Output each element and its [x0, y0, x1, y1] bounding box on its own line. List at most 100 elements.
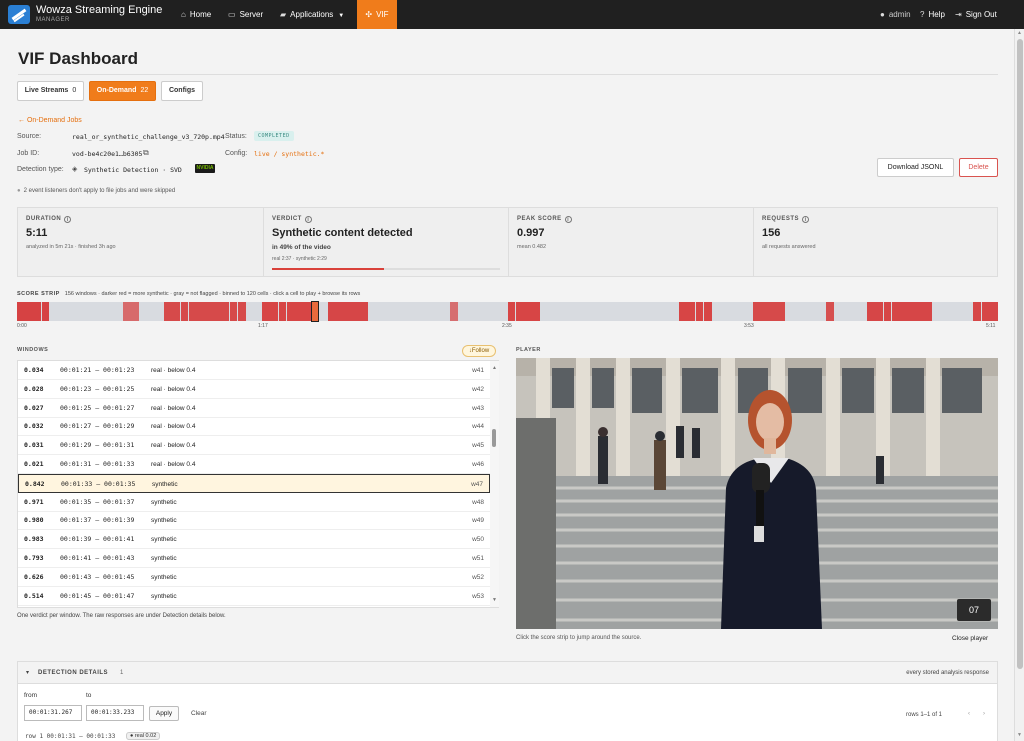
- strip-cell[interactable]: [532, 302, 540, 321]
- strip-cell[interactable]: [679, 302, 688, 321]
- window-row[interactable]: 0.034 00:01:21 – 00:01:23 real · below 0.4…: [18, 361, 490, 380]
- strip-cell[interactable]: [123, 302, 132, 321]
- strip-cell[interactable]: [294, 302, 303, 321]
- from-input[interactable]: 00:01:31.267: [24, 705, 82, 721]
- scroll-up-icon[interactable]: ▲: [492, 365, 497, 371]
- strip-cell[interactable]: [188, 302, 197, 321]
- nav-vif[interactable]: ✣ VIF: [357, 0, 397, 29]
- strip-cell[interactable]: [752, 302, 761, 321]
- strip-cell[interactable]: [769, 302, 777, 321]
- windows-scroll-thumb[interactable]: [492, 429, 496, 447]
- strip-cell[interactable]: [826, 302, 835, 321]
- wowza-logo-icon[interactable]: [8, 5, 30, 24]
- page-scroll-thumb[interactable]: [1017, 39, 1023, 669]
- strip-cell[interactable]: [352, 302, 361, 321]
- window-row[interactable]: 0.027 00:01:25 – 00:01:27 real · below 0.4…: [18, 399, 490, 418]
- strip-cell[interactable]: [237, 302, 246, 321]
- strip-cell[interactable]: [335, 302, 344, 321]
- strip-cell[interactable]: [875, 302, 884, 321]
- strip-cell[interactable]: [695, 302, 704, 321]
- page-scrollbar[interactable]: ▲ ▼: [1014, 29, 1024, 741]
- strip-cursor[interactable]: [311, 301, 320, 322]
- copy-icon[interactable]: ⧉: [143, 148, 149, 158]
- window-row[interactable]: 0.983 00:01:39 – 00:01:41 synthetic w50: [18, 530, 490, 550]
- detection-details-header[interactable]: ▾ DETECTION DETAILS 1 every stored analy…: [18, 662, 997, 684]
- nav-applications[interactable]: ▰ Applications ▼: [280, 0, 344, 29]
- collapse-caret-icon[interactable]: ▾: [26, 669, 29, 676]
- tab-live-streams[interactable]: Live Streams 0: [17, 81, 84, 101]
- strip-cell[interactable]: [515, 302, 524, 321]
- nav-help[interactable]: ? Help: [920, 0, 945, 29]
- window-row[interactable]: 0.842 00:01:33 – 00:01:35 synthetic w47: [18, 473, 490, 493]
- strip-cell[interactable]: [213, 302, 222, 321]
- window-row[interactable]: 0.626 00:01:43 – 00:01:45 synthetic w52: [18, 568, 490, 587]
- tab-configs[interactable]: Configs: [161, 81, 203, 101]
- window-row[interactable]: 0.514 00:01:45 – 00:01:47 synthetic w53: [18, 587, 490, 606]
- strip-cell[interactable]: [205, 302, 213, 321]
- strip-cell[interactable]: [33, 302, 42, 321]
- strip-cell[interactable]: [989, 302, 998, 321]
- strip-cell[interactable]: [278, 302, 287, 321]
- strip-cell[interactable]: [523, 302, 532, 321]
- strip-cell[interactable]: [703, 302, 712, 321]
- strip-cell[interactable]: [450, 302, 459, 321]
- window-row[interactable]: 0.021 00:01:31 – 00:01:33 real · below 0.4…: [18, 455, 490, 474]
- strip-cell[interactable]: [924, 302, 933, 321]
- window-row[interactable]: 0.031 00:01:29 – 00:01:31 real · below 0.4…: [18, 436, 490, 456]
- strip-cell[interactable]: [867, 302, 876, 321]
- strip-cell[interactable]: [891, 302, 900, 321]
- info-icon[interactable]: i: [564, 216, 572, 223]
- detail-row[interactable]: row 1 00:01:31 – 00:01:33: [25, 733, 115, 740]
- score-strip[interactable]: [17, 301, 998, 322]
- delete-button[interactable]: Delete: [959, 158, 998, 177]
- strip-cell[interactable]: [41, 302, 50, 321]
- strip-cell[interactable]: [507, 302, 516, 321]
- strip-cell[interactable]: [327, 302, 336, 321]
- strip-cell[interactable]: [262, 302, 271, 321]
- scroll-up-icon[interactable]: ▲: [1017, 30, 1022, 36]
- config-value[interactable]: live / synthetic.*: [254, 150, 324, 158]
- info-icon[interactable]: i: [64, 216, 72, 223]
- follow-button[interactable]: ↓Follow: [462, 345, 496, 357]
- strip-cell[interactable]: [344, 302, 352, 321]
- strip-cell[interactable]: [25, 302, 34, 321]
- scroll-down-icon[interactable]: ▼: [492, 597, 497, 603]
- tab-on-demand[interactable]: On-Demand 22: [89, 81, 156, 101]
- strip-cell[interactable]: [286, 302, 295, 321]
- window-row[interactable]: 0.032 00:01:27 – 00:01:29 real · below 0.4…: [18, 417, 490, 437]
- strip-cell[interactable]: [908, 302, 916, 321]
- strip-cell[interactable]: [131, 302, 140, 321]
- info-icon[interactable]: i: [802, 216, 810, 223]
- to-input[interactable]: 00:01:33.233: [86, 705, 144, 721]
- nav-home[interactable]: ⌂ Home: [181, 0, 211, 29]
- strip-cell[interactable]: [360, 302, 369, 321]
- strip-cell[interactable]: [916, 302, 925, 321]
- nav-user[interactable]: ● admin: [880, 0, 911, 29]
- window-row[interactable]: 0.793 00:01:41 – 00:01:43 synthetic w51: [18, 549, 490, 568]
- strip-cell[interactable]: [303, 302, 311, 321]
- strip-cell[interactable]: [981, 302, 990, 321]
- strip-cell[interactable]: [777, 302, 786, 321]
- strip-cell[interactable]: [172, 302, 181, 321]
- strip-cell[interactable]: [270, 302, 279, 321]
- prev-page-icon[interactable]: ‹: [968, 711, 970, 717]
- strip-cell[interactable]: [180, 302, 189, 321]
- apply-button[interactable]: Apply: [149, 706, 179, 721]
- strip-cell[interactable]: [196, 302, 205, 321]
- strip-cell[interactable]: [221, 302, 230, 321]
- windows-scrollbar[interactable]: ▲ ▼: [490, 361, 499, 607]
- info-icon[interactable]: i: [304, 216, 312, 223]
- windows-list[interactable]: 0.034 00:01:21 – 00:01:23 real · below 0.4…: [17, 360, 499, 608]
- video-player[interactable]: [516, 358, 998, 629]
- strip-cell[interactable]: [973, 302, 982, 321]
- nav-sign-out[interactable]: ⇥ Sign Out: [955, 0, 997, 29]
- nav-server[interactable]: ▭ Server: [228, 0, 263, 29]
- window-row[interactable]: 0.980 00:01:37 – 00:01:39 synthetic w49: [18, 511, 490, 531]
- window-row[interactable]: 0.971 00:01:35 – 00:01:37 synthetic w48: [18, 493, 490, 512]
- strip-cell[interactable]: [229, 302, 238, 321]
- strip-cell[interactable]: [899, 302, 908, 321]
- download-jsonl-button[interactable]: Download JSONL: [877, 158, 954, 177]
- clear-button[interactable]: Clear: [191, 710, 207, 717]
- strip-cell[interactable]: [164, 302, 173, 321]
- next-page-icon[interactable]: ›: [983, 711, 985, 717]
